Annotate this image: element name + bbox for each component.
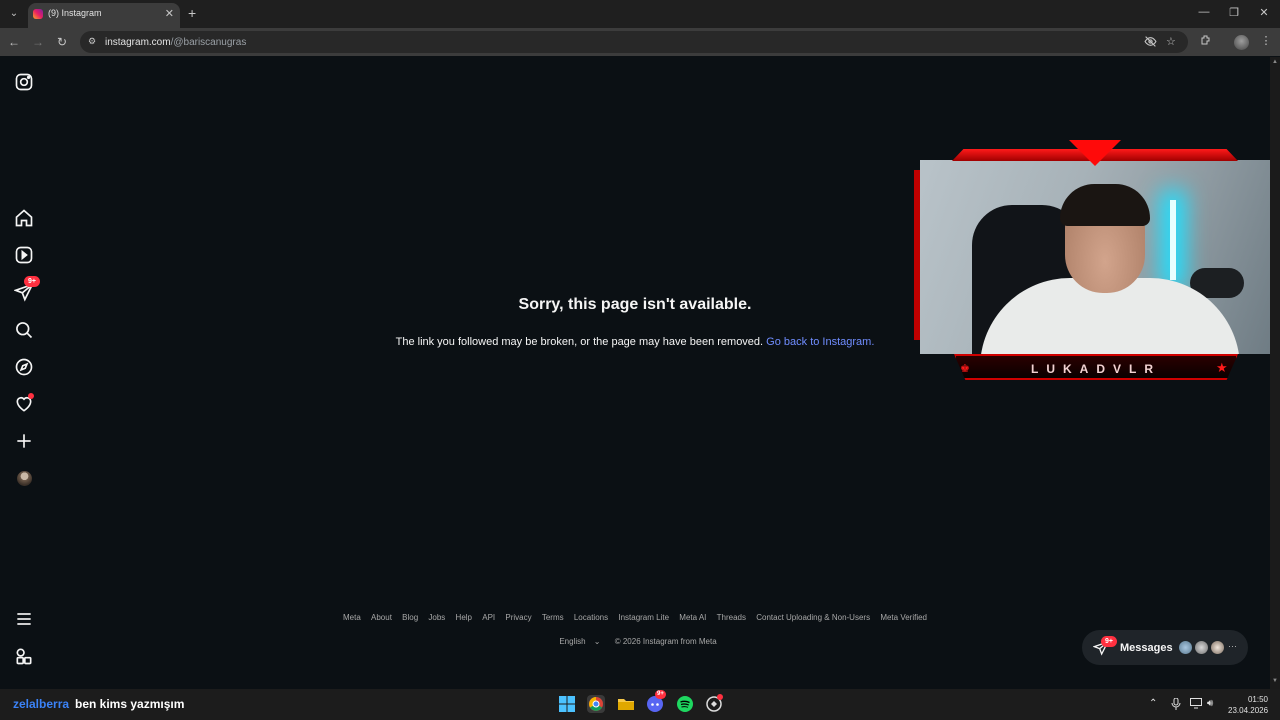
tray-chevron-icon[interactable]: ⌃ — [1149, 698, 1157, 709]
footer-link[interactable]: Threads — [717, 613, 746, 622]
taskbar: zelalberra ben kims yazmışım 9+ ⌃ 🔊︎ 01:… — [0, 689, 1280, 720]
chrome-icon[interactable] — [587, 695, 605, 713]
instagram-logo-icon[interactable] — [14, 72, 34, 92]
heart-icon[interactable] — [14, 393, 34, 414]
new-tab-icon[interactable]: + — [188, 5, 196, 21]
restore-icon[interactable]: ❐ — [1226, 6, 1242, 19]
footer-link[interactable]: About — [371, 613, 392, 622]
bookmark-star-icon[interactable]: ☆ — [1166, 35, 1176, 48]
footer-link[interactable]: Terms — [542, 613, 564, 622]
instagram-favicon-icon — [33, 9, 43, 19]
footer-link[interactable]: Locations — [574, 613, 608, 622]
profile-avatar[interactable] — [1234, 35, 1249, 50]
address-bar[interactable]: ⚙ instagram.com/@bariscanugras ☆ — [80, 31, 1188, 53]
eye-off-icon[interactable] — [1144, 35, 1157, 51]
scroll-up-icon[interactable]: ▲ — [1272, 59, 1278, 65]
app-notification-dot — [717, 694, 723, 700]
footer-link[interactable]: Instagram Lite — [618, 613, 669, 622]
scroll-down-icon[interactable]: ▼ — [1272, 678, 1278, 684]
spotify-icon[interactable] — [676, 695, 694, 713]
contact-avatar — [1194, 640, 1209, 655]
explore-compass-icon[interactable] — [14, 357, 34, 377]
chat-username: zelalberra — [13, 697, 70, 711]
volume-icon[interactable]: 🔊︎ — [1207, 698, 1213, 709]
windows-start-icon[interactable] — [558, 695, 576, 713]
more-icon: ··· — [1228, 641, 1237, 651]
chat-message: ben kims yazmışım — [75, 697, 185, 711]
footer-link[interactable]: Meta — [343, 613, 361, 622]
language-select[interactable]: English ⌄ — [553, 637, 600, 646]
microphone-icon[interactable] — [1171, 697, 1181, 713]
page-scrollbar[interactable] — [1270, 57, 1280, 689]
person-hair — [1060, 184, 1150, 226]
clock-time: 01:50 — [1247, 695, 1268, 704]
footer-link[interactable]: Meta AI — [679, 613, 706, 622]
forward-icon[interactable]: → — [30, 34, 46, 50]
discord-icon[interactable]: 9+ — [646, 690, 666, 713]
error-text: The link you followed may be broken, or … — [395, 336, 764, 348]
tab-close-icon[interactable]: ✕ — [165, 7, 174, 20]
star-icon: ★ — [1216, 360, 1228, 375]
site-info-icon[interactable]: ⚙ — [88, 36, 100, 48]
home-icon[interactable] — [14, 208, 34, 228]
contact-avatar — [1178, 640, 1193, 655]
tab-title: (9) Instagram — [48, 8, 102, 18]
browser-tab[interactable]: (9) Instagram ✕ — [28, 3, 180, 28]
messages-button[interactable]: 9+ Messages ··· — [1082, 630, 1248, 665]
footer-link[interactable]: Blog — [402, 613, 418, 622]
cyan-light — [1170, 200, 1176, 280]
webcam-overlay: ♚ LUKADVLR ★ — [914, 140, 1276, 384]
footer-link[interactable]: API — [482, 613, 495, 622]
browser-menu-icon[interactable]: ⋮ — [1258, 34, 1274, 47]
contact-avatar — [1210, 640, 1225, 655]
go-back-link[interactable]: Go back to Instagram. — [766, 336, 874, 348]
streamer-name: LUKADVLR — [1031, 362, 1161, 376]
app-icon[interactable] — [705, 694, 723, 713]
browser-tab-bar: ⌄ (9) Instagram ✕ + — ❐ ✕ — [0, 0, 1280, 28]
messages-label: Messages — [1120, 642, 1173, 654]
also-from-meta-icon[interactable] — [14, 646, 34, 666]
webcam-video — [920, 160, 1270, 354]
clock[interactable]: 01:50 23.04.2026 — [1228, 694, 1268, 716]
footer-link[interactable]: Meta Verified — [880, 613, 927, 622]
instagram-page: 9+ Sorry, this page isn't available. The… — [0, 57, 1276, 689]
file-explorer-icon[interactable] — [617, 695, 635, 713]
activity-dot — [28, 393, 34, 399]
back-icon[interactable]: ← — [6, 34, 22, 50]
reload-icon[interactable]: ↻ — [54, 34, 70, 50]
reels-icon[interactable] — [14, 245, 34, 265]
footer-links: Meta About Blog Jobs Help API Privacy Te… — [0, 613, 1270, 622]
footer-meta: English ⌄ © 2026 Instagram from Meta — [0, 637, 1270, 646]
notifications-badge: 9+ — [24, 276, 40, 287]
footer-link[interactable]: Contact Uploading & Non-Users — [756, 613, 870, 622]
discord-badge: 9+ — [655, 690, 666, 699]
clock-date: 23.04.2026 — [1228, 706, 1269, 715]
footer-link[interactable]: Jobs — [428, 613, 445, 622]
profile-avatar-nav[interactable] — [17, 471, 32, 486]
footer-link[interactable]: Help — [456, 613, 472, 622]
footer-link[interactable]: Privacy — [505, 613, 531, 622]
extensions-icon[interactable] — [1198, 34, 1214, 49]
create-plus-icon[interactable] — [14, 431, 34, 451]
minimize-icon[interactable]: — — [1196, 6, 1212, 18]
copyright: © 2026 Instagram from Meta — [614, 637, 717, 646]
url-text: instagram.com/@bariscanugras — [105, 37, 247, 48]
tab-search-chevron-icon[interactable]: ⌄ — [6, 6, 22, 22]
network-icon[interactable] — [1190, 698, 1202, 712]
window-close-icon[interactable]: ✕ — [1256, 6, 1272, 19]
messages-badge: 9+ — [1101, 636, 1117, 647]
browser-toolbar: ← → ↻ ⚙ instagram.com/@bariscanugras ☆ ⋮ — [0, 28, 1280, 56]
